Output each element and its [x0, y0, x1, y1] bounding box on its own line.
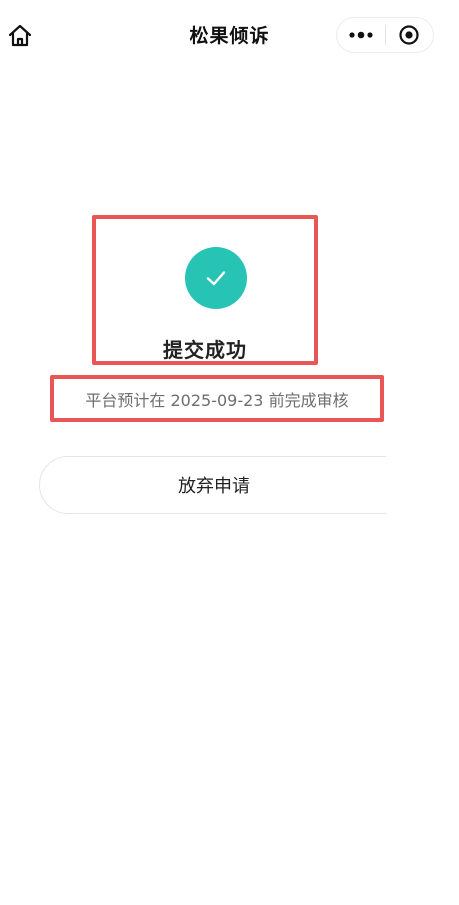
miniprogram-capsule	[336, 17, 434, 53]
abandon-button-label: 放弃申请	[178, 476, 250, 497]
success-highlight-box: 提交成功	[92, 215, 318, 365]
page: 松果倾诉 提交成功 平台预计在 2025-09-23 前完成审核 放弃申请	[0, 0, 459, 905]
notice-highlight-box: 平台预计在 2025-09-23 前完成审核	[50, 375, 384, 422]
target-close-icon	[399, 25, 420, 45]
abandon-application-button[interactable]: 放弃申请	[39, 456, 419, 514]
close-button[interactable]	[386, 18, 433, 52]
top-navbar: 松果倾诉	[0, 0, 459, 70]
more-dots-icon	[349, 31, 373, 39]
success-badge	[185, 247, 247, 309]
more-button[interactable]	[337, 18, 385, 52]
edge-mask	[386, 440, 459, 530]
check-icon	[206, 271, 226, 286]
success-title: 提交成功	[163, 338, 247, 362]
review-deadline-text: 平台预计在 2025-09-23 前完成审核	[85, 390, 349, 410]
